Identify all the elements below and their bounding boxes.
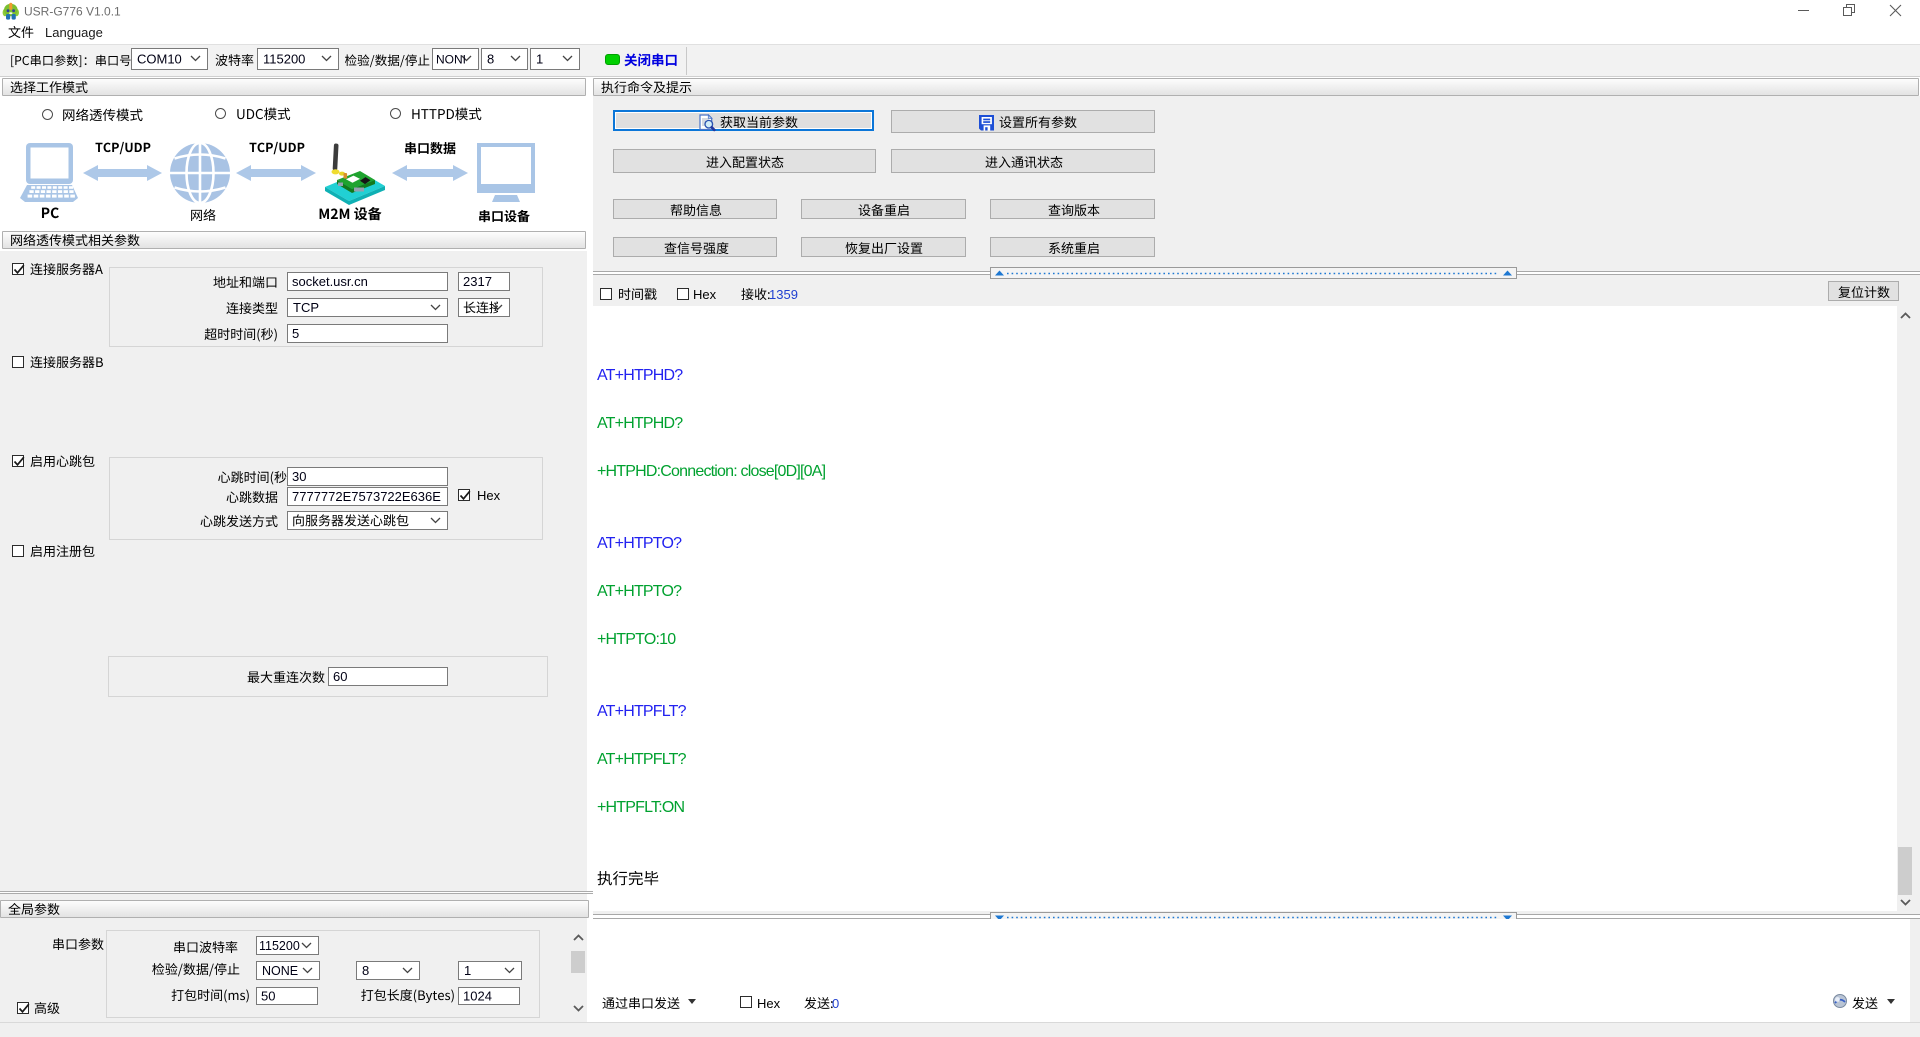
svg-text:USR-G776 V1.0.1: USR-G776 V1.0.1 xyxy=(24,5,121,19)
svg-text:Language: Language xyxy=(45,25,103,40)
